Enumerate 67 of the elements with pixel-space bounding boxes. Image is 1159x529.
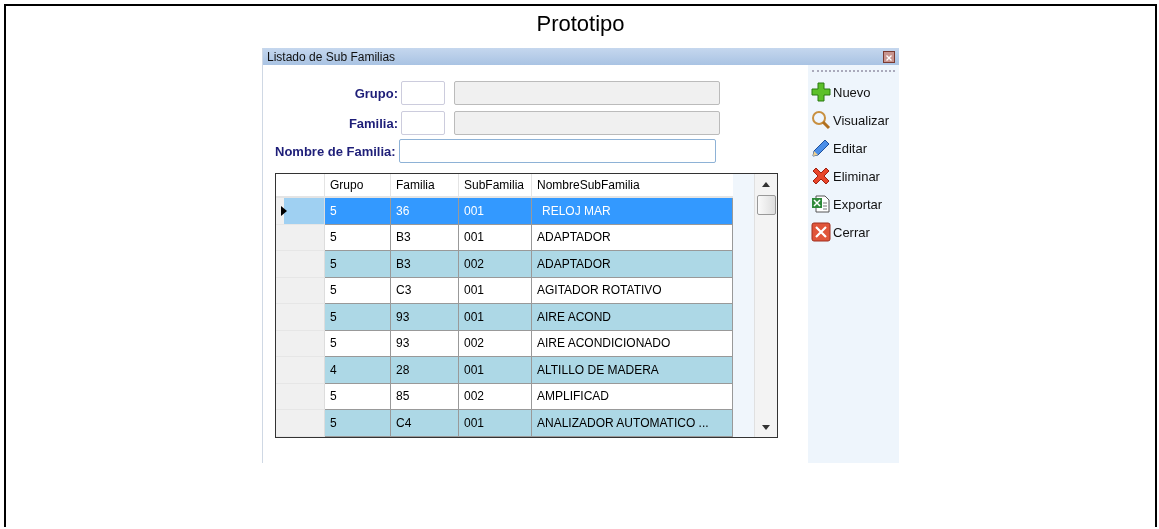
header-corner: [276, 174, 325, 198]
magnifier-icon: [811, 110, 831, 130]
table-cell: ADAPTADOR: [532, 224, 733, 251]
table-cell: 93: [391, 330, 459, 357]
spreadsheet-icon: [811, 194, 831, 214]
table-cell: 5: [325, 224, 391, 251]
cross-icon: [811, 166, 831, 186]
table-cell: 002: [459, 330, 532, 357]
window-title: Listado de Sub Familias: [267, 49, 396, 64]
table-cell: 85: [391, 383, 459, 410]
table-cell: 001: [459, 277, 532, 304]
scrollbar-thumb[interactable]: [756, 195, 776, 215]
table-cell: 5: [325, 304, 391, 331]
table-cell: 5: [325, 383, 391, 410]
row-pointer-icon: [281, 205, 287, 216]
toolbar-button[interactable]: Editar: [808, 134, 899, 162]
down-arrow-icon: [762, 424, 770, 430]
up-arrow-icon: [762, 181, 770, 187]
toolbar-button[interactable]: Exportar: [808, 190, 899, 218]
table-cell: ALTILLO DE MADERA: [532, 357, 733, 384]
table-cell: 001: [459, 410, 532, 437]
table-cell: 5: [325, 410, 391, 437]
table-cell: 4: [325, 357, 391, 384]
table-cell: 93: [391, 304, 459, 331]
toolbar-button[interactable]: Visualizar: [808, 106, 899, 134]
table-cell: ADAPTADOR: [532, 251, 733, 278]
column-header[interactable]: Grupo: [325, 174, 391, 198]
input-field[interactable]: [398, 139, 716, 163]
table-cell: B3: [391, 251, 459, 278]
page-title: Prototipo: [536, 10, 625, 38]
close-button[interactable]: [883, 50, 895, 63]
table-cell: 28: [391, 357, 459, 384]
code-field[interactable]: [401, 111, 445, 135]
table-cell: AMPLIFICAD: [532, 383, 733, 410]
table-cell: C3: [391, 277, 459, 304]
table-cell: 5: [325, 198, 391, 225]
table-cell: 001: [459, 198, 532, 225]
column-header[interactable]: SubFamilia: [459, 174, 532, 198]
row-header[interactable]: [276, 198, 325, 225]
toolbar-button[interactable]: Eliminar: [808, 162, 899, 190]
table-cell: ANALIZADOR AUTOMATICO ...: [532, 410, 733, 437]
table-cell: 36: [391, 198, 459, 225]
table-cell: AIRE ACONDICIONADO: [532, 330, 733, 357]
field-label: Familia:: [347, 115, 398, 131]
table-cell: 001: [459, 304, 532, 331]
table-cell: RELOJ MAR: [532, 198, 733, 225]
column-header[interactable]: NombreSubFamilia: [532, 174, 733, 198]
table-cell: 5: [325, 251, 391, 278]
toolbar-button[interactable]: Cerrar: [808, 218, 899, 246]
close-icon: [811, 222, 831, 242]
field-label: Nombre de Familia:: [275, 143, 396, 159]
table-cell: AIRE ACOND: [532, 304, 733, 331]
table-cell: 002: [459, 251, 532, 278]
table-cell: 5: [325, 277, 391, 304]
table-cell: 001: [459, 357, 532, 384]
table-cell: 001: [459, 224, 532, 251]
column-header[interactable]: Familia: [391, 174, 459, 198]
code-field[interactable]: [401, 81, 445, 105]
table-cell: AGITADOR ROTATIVO: [532, 277, 733, 304]
toolbar-button[interactable]: Nuevo: [808, 78, 899, 106]
table-cell: 002: [459, 383, 532, 410]
table-cell: C4: [391, 410, 459, 437]
pencil-icon: [811, 138, 831, 158]
plus-icon: [811, 82, 831, 102]
table-cell: B3: [391, 224, 459, 251]
table-cell: 5: [325, 330, 391, 357]
field-label: Grupo:: [353, 85, 398, 101]
